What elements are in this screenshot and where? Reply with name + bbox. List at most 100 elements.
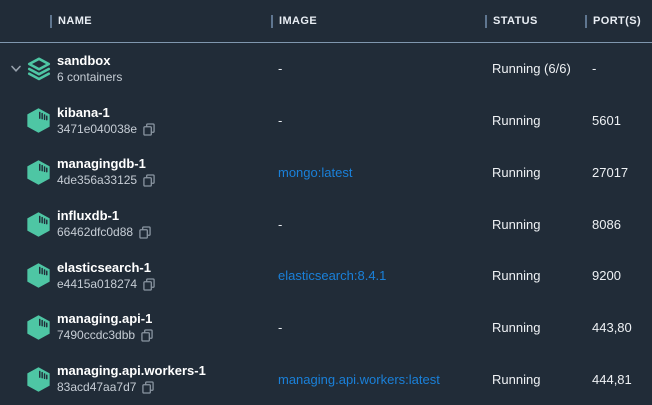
row-status-cell: Running <box>492 268 592 283</box>
copy-icon[interactable] <box>139 226 151 239</box>
container-name: elasticsearch-1 <box>57 259 278 276</box>
row-image-cell: managing.api.workers:latest <box>278 372 492 387</box>
row-icon-cell <box>0 159 57 186</box>
column-separator <box>271 15 273 28</box>
column-header-label: STATUS <box>493 15 538 27</box>
container-id: 4de356a33125 <box>57 172 137 189</box>
row-ports-cell: 8086 <box>592 217 652 232</box>
ports-text: 9200 <box>592 268 621 283</box>
row-name-cell: sandbox 6 containers <box>57 52 278 86</box>
copy-icon[interactable] <box>142 381 154 394</box>
ports-text: 444,81 <box>592 372 632 387</box>
row-name-cell: managing.api-1 7490ccdc3dbb <box>57 310 278 344</box>
image-link[interactable]: mongo:latest <box>278 165 352 180</box>
row-status-cell: Running <box>492 165 592 180</box>
table-row[interactable]: sandbox 6 containers - Running (6/6) - <box>0 43 652 95</box>
row-ports-cell: 444,81 <box>592 372 652 387</box>
table-row[interactable]: kibana-1 3471e040038e - Running 5601 <box>0 95 652 147</box>
row-icon-cell <box>0 262 57 289</box>
column-separator <box>485 15 487 28</box>
container-name: managing.api.workers-1 <box>57 362 278 379</box>
container-id: e4415a018274 <box>57 276 137 293</box>
row-image-cell: - <box>278 61 492 76</box>
container-icon <box>26 107 53 134</box>
column-separator <box>50 15 52 28</box>
row-name-cell: managing.api.workers-1 83acd47aa7d7 <box>57 362 278 396</box>
row-status-cell: Running <box>492 320 592 335</box>
status-text: Running <box>492 372 540 387</box>
ports-text: - <box>592 61 596 76</box>
image-name: - <box>278 61 282 76</box>
row-icon-cell <box>0 366 57 393</box>
layers-icon <box>26 56 53 82</box>
column-header-status: STATUS <box>485 15 585 28</box>
column-header-ports: PORT(S) <box>585 15 645 28</box>
row-image-cell: - <box>278 217 492 232</box>
row-icon-cell <box>0 211 57 238</box>
row-ports-cell: 9200 <box>592 268 652 283</box>
row-name-cell: kibana-1 3471e040038e <box>57 104 278 138</box>
row-image-cell: elasticsearch:8.4.1 <box>278 268 492 283</box>
row-name-cell: elasticsearch-1 e4415a018274 <box>57 259 278 293</box>
chevron-down-icon[interactable] <box>10 65 23 73</box>
image-link[interactable]: elasticsearch:8.4.1 <box>278 268 386 283</box>
container-icon <box>26 262 53 289</box>
container-id: 6 containers <box>57 69 122 86</box>
copy-icon[interactable] <box>141 329 153 342</box>
container-icon <box>26 211 53 238</box>
status-text: Running <box>492 217 540 232</box>
ports-text: 5601 <box>592 113 621 128</box>
column-separator <box>585 15 587 28</box>
row-status-cell: Running <box>492 113 592 128</box>
container-name: managing.api-1 <box>57 310 278 327</box>
copy-icon[interactable] <box>143 174 155 187</box>
status-text: Running <box>492 113 540 128</box>
row-image-cell: mongo:latest <box>278 165 492 180</box>
container-id: 3471e040038e <box>57 121 137 138</box>
row-status-cell: Running <box>492 217 592 232</box>
container-id: 66462dfc0d88 <box>57 224 133 241</box>
table-row[interactable]: managing.api-1 7490ccdc3dbb - Running 44… <box>0 302 652 354</box>
ports-text: 8086 <box>592 217 621 232</box>
ports-text: 27017 <box>592 165 628 180</box>
container-icon <box>26 314 53 341</box>
container-icon <box>26 159 53 186</box>
table-row[interactable]: elasticsearch-1 e4415a018274 elasticsear… <box>0 250 652 302</box>
row-image-cell: - <box>278 113 492 128</box>
status-text: Running <box>492 165 540 180</box>
status-text: Running <box>492 268 540 283</box>
table-row[interactable]: influxdb-1 66462dfc0d88 - Running 8086 <box>0 198 652 250</box>
copy-icon[interactable] <box>143 278 155 291</box>
row-ports-cell: 5601 <box>592 113 652 128</box>
table-row[interactable]: managing.api.workers-1 83acd47aa7d7 mana… <box>0 353 652 405</box>
containers-table: NAME IMAGE STATUS PORT(S) <box>0 0 652 405</box>
container-name: managingdb-1 <box>57 155 278 172</box>
table-body: sandbox 6 containers - Running (6/6) - <box>0 43 652 405</box>
container-name: kibana-1 <box>57 104 278 121</box>
row-name-cell: managingdb-1 4de356a33125 <box>57 155 278 189</box>
container-name: influxdb-1 <box>57 207 278 224</box>
container-id: 7490ccdc3dbb <box>57 327 135 344</box>
image-name: - <box>278 217 282 232</box>
row-status-cell: Running (6/6) <box>492 61 592 76</box>
image-name: - <box>278 320 282 335</box>
table-header: NAME IMAGE STATUS PORT(S) <box>0 0 652 43</box>
column-header-label: PORT(S) <box>593 15 641 27</box>
row-status-cell: Running <box>492 372 592 387</box>
copy-icon[interactable] <box>143 123 155 136</box>
table-row[interactable]: managingdb-1 4de356a33125 mongo:latest R… <box>0 146 652 198</box>
image-link[interactable]: managing.api.workers:latest <box>278 372 440 387</box>
row-ports-cell: 27017 <box>592 165 652 180</box>
row-ports-cell: 443,80 <box>592 320 652 335</box>
column-header-label: NAME <box>58 15 92 27</box>
column-header-name: NAME <box>50 15 271 28</box>
container-id: 83acd47aa7d7 <box>57 379 136 396</box>
status-text: Running <box>492 320 540 335</box>
column-header-image: IMAGE <box>271 15 485 28</box>
image-name: - <box>278 113 282 128</box>
row-ports-cell: - <box>592 61 652 76</box>
container-name: sandbox <box>57 52 278 69</box>
row-name-cell: influxdb-1 66462dfc0d88 <box>57 207 278 241</box>
status-text: Running (6/6) <box>492 61 571 76</box>
row-icon-cell <box>0 56 57 82</box>
